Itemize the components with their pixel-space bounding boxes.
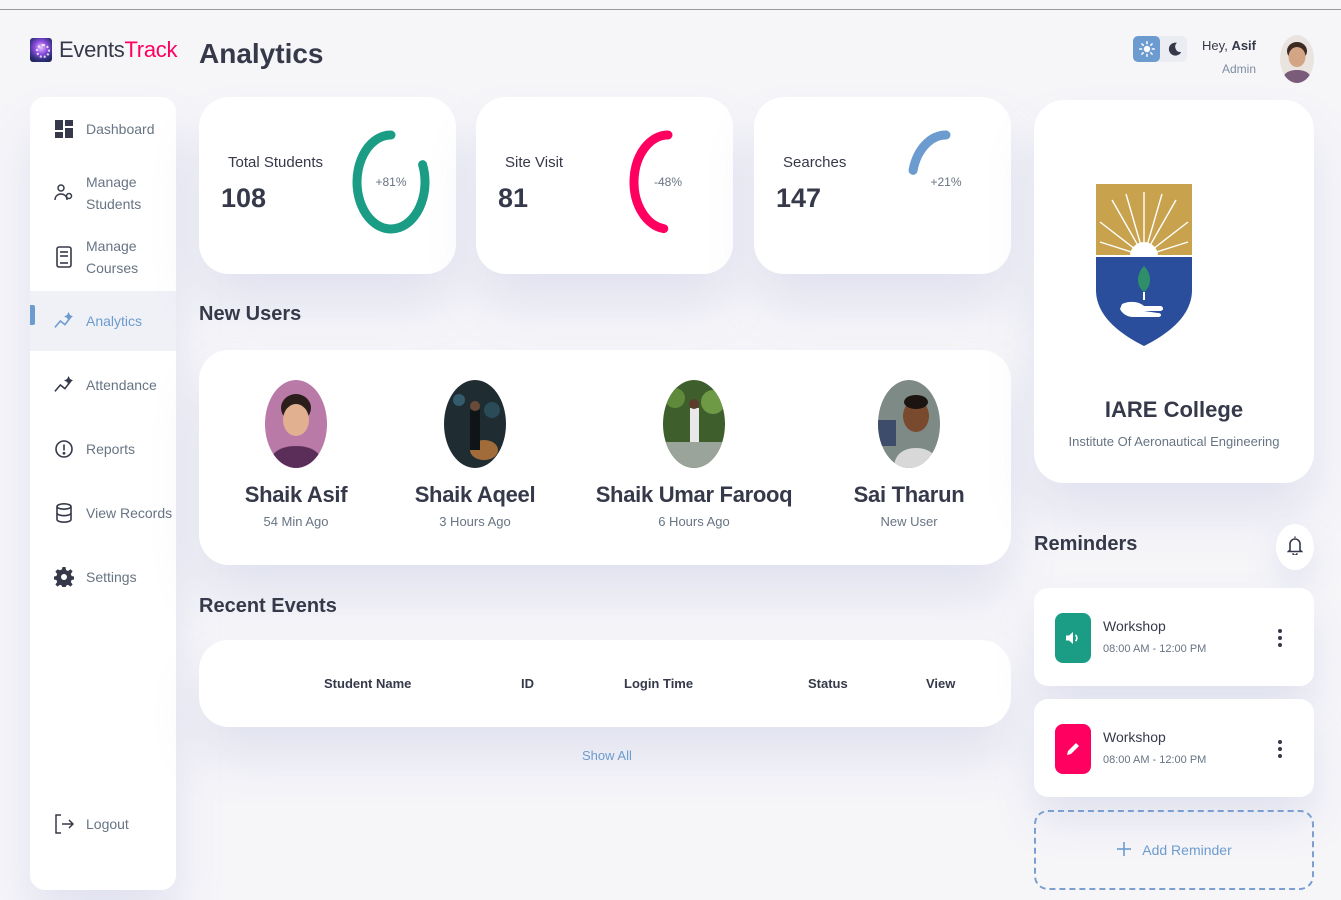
stat-label: Total Students (228, 154, 324, 171)
add-reminder-button[interactable]: Add Reminder (1034, 810, 1314, 890)
column-header-student-name: Student Name (324, 676, 412, 691)
stat-value: 108 (221, 183, 267, 213)
new-users-title: New Users (199, 303, 302, 325)
sidebar-item-settings[interactable]: Settings (30, 547, 176, 607)
brand[interactable]: EventsTrack (30, 37, 177, 63)
column-header-view: View (926, 676, 956, 691)
college-name: IARE College (1104, 397, 1244, 422)
recent-events-title: Recent Events (199, 595, 337, 617)
user-time: 54 Min Ago (263, 514, 329, 529)
reminders-title: Reminders (1034, 533, 1138, 555)
database-icon (54, 503, 74, 523)
sidebar-item-label: Manage Courses (86, 238, 139, 276)
report-icon (54, 439, 74, 459)
user-name: Sai Tharun (853, 482, 965, 507)
user-name: Shaik Aqeel (414, 482, 536, 507)
bell-icon (1286, 535, 1304, 560)
column-header-id: ID (521, 676, 534, 691)
sidebar-item-analytics[interactable]: Analytics (30, 291, 176, 351)
avatar (663, 380, 725, 468)
profile-role: Admin (1221, 62, 1256, 76)
avatar (265, 380, 327, 468)
user-time: New User (880, 514, 938, 529)
gear-icon (54, 567, 74, 587)
analytics-icon (54, 311, 74, 331)
logout-button[interactable]: Logout (30, 794, 176, 854)
reminder-time: 08:00 AM - 12:00 PM (1103, 754, 1207, 766)
user-name: Shaik Umar Farooq (595, 482, 793, 507)
sun-icon[interactable] (1133, 36, 1160, 62)
sidebar-item-attendance[interactable]: Attendance (30, 355, 176, 415)
stat-change: +21% (930, 175, 962, 189)
stat-label: Searches (783, 154, 847, 171)
reminder-name: Workshop (1103, 729, 1166, 745)
sidebar-item-label: Dashboard (86, 121, 155, 137)
brand-name: EventsTrack (59, 37, 178, 62)
stat-change: +81% (375, 175, 407, 189)
user-card[interactable]: Shaik Umar Farooq 6 Hours Ago (594, 380, 794, 529)
sidebar-item-label: Settings (86, 569, 137, 585)
more-vertical-icon[interactable] (1270, 737, 1290, 761)
volume-icon (1055, 613, 1091, 663)
top-divider (0, 9, 1341, 10)
show-all-link[interactable]: Show All (582, 748, 632, 763)
reminder-card[interactable]: Workshop 08:00 AM - 12:00 PM (1034, 588, 1314, 686)
user-card[interactable]: Sai Tharun New User (809, 380, 1009, 529)
sidebar-item-dashboard[interactable]: Dashboard (30, 99, 176, 159)
profile-greeting: Hey, Asif (1202, 38, 1256, 53)
brand-logo-icon (30, 38, 52, 62)
column-header-login-time: Login Time (624, 676, 694, 691)
attendance-icon (54, 375, 74, 395)
moon-icon[interactable] (1163, 36, 1187, 62)
college-crest-logo (1096, 184, 1192, 346)
stat-value: 81 (498, 183, 529, 213)
stat-change: -48% (653, 175, 682, 189)
stat-card-total-students[interactable]: Total Students 108 +81% (199, 97, 456, 274)
sidebar-item-label: Attendance (86, 377, 157, 393)
logout-label: Logout (86, 816, 129, 832)
avatar (878, 380, 940, 468)
recent-events-table: Student Name ID Login Time Status View (199, 640, 1011, 727)
stat-value: 147 (776, 183, 822, 213)
active-indicator (30, 305, 35, 325)
user-name: Shaik Asif (244, 482, 348, 507)
user-time: 6 Hours Ago (658, 514, 730, 529)
reminder-card[interactable]: Workshop 08:00 AM - 12:00 PM (1034, 699, 1314, 797)
user-card[interactable]: Shaik Aqeel 3 Hours Ago (375, 380, 575, 529)
sidebar-item-label: Manage Students (86, 174, 142, 212)
reminder-time: 08:00 AM - 12:00 PM (1103, 643, 1207, 655)
avatar[interactable] (1280, 35, 1314, 83)
pencil-icon (1055, 724, 1091, 774)
new-users-card: Shaik Asif 54 Min Ago Shaik Aqeel 3 Hour… (199, 350, 1011, 565)
avatar (444, 380, 506, 468)
sidebar-item-label: Analytics (86, 313, 143, 329)
stat-card-searches[interactable]: Searches 147 +21% (754, 97, 1011, 274)
book-icon (54, 246, 74, 268)
sidebar-item-label: Reports (86, 441, 136, 457)
college-subtitle: Institute Of Aeronautical Engineering (1068, 434, 1280, 449)
user-time: 3 Hours Ago (439, 514, 511, 529)
college-card: IARE College Institute Of Aeronautical E… (1034, 100, 1314, 483)
page-title: Analytics (199, 38, 324, 69)
sidebar-item-manage-students[interactable]: Manage Students (30, 163, 176, 223)
progress-ring-arc (908, 130, 951, 175)
logout-icon (54, 814, 74, 834)
more-vertical-icon[interactable] (1270, 626, 1290, 650)
sidebar-item-view-records[interactable]: View Records (30, 483, 176, 543)
stat-label: Site Visit (505, 154, 564, 171)
column-header-status: Status (808, 676, 848, 691)
notification-bell-button[interactable] (1276, 524, 1314, 570)
user-card[interactable]: Shaik Asif 54 Min Ago (196, 380, 396, 529)
theme-toggle[interactable] (1133, 36, 1187, 62)
grid-icon (54, 119, 74, 139)
sidebar-item-reports[interactable]: Reports (30, 419, 176, 479)
add-reminder-label: Add Reminder (1142, 842, 1232, 858)
sidebar: Dashboard Manage Students Manage Courses A… (30, 97, 176, 890)
stat-card-site-visit[interactable]: Site Visit 81 -48% (476, 97, 733, 274)
plus-icon (1116, 841, 1132, 860)
users-icon (54, 183, 74, 203)
sidebar-item-label: View Records (86, 505, 173, 521)
sidebar-item-manage-courses[interactable]: Manage Courses (30, 227, 176, 287)
reminder-name: Workshop (1103, 618, 1166, 634)
